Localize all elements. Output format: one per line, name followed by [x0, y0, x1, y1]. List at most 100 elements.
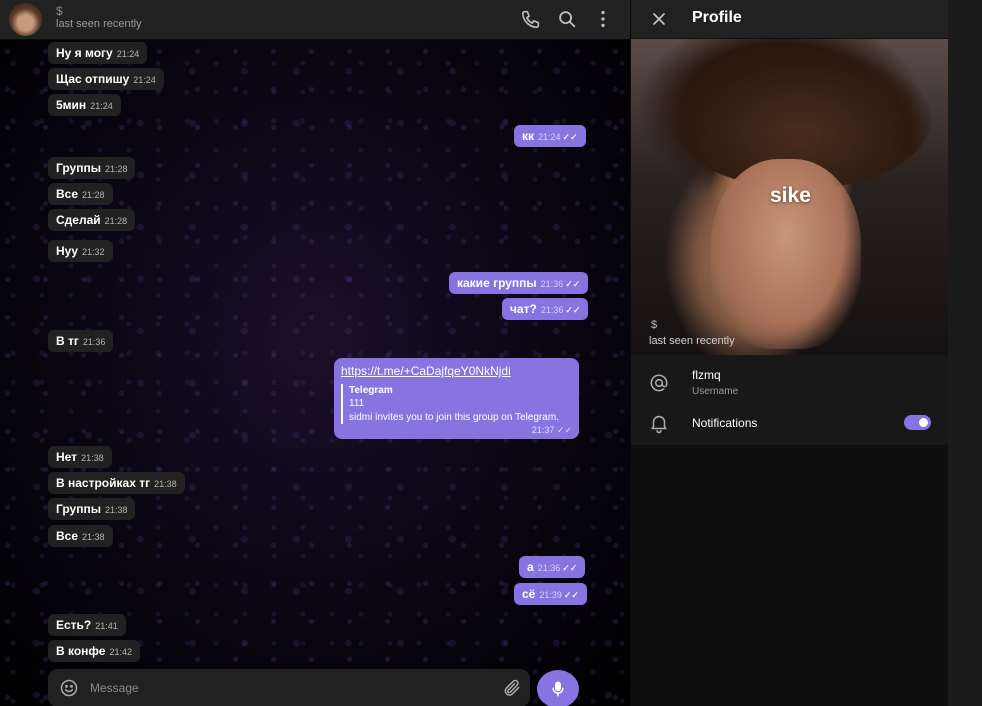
chat-area: $ last seen recently Ну я могу 21:24 Щас … [0, 0, 630, 706]
message-incoming[interactable]: В настройках тг 21:38 [48, 472, 185, 494]
message-text: Сделай [56, 213, 101, 227]
message-text: сё [522, 587, 536, 601]
username-value[interactable]: flzmq [692, 368, 721, 382]
message-incoming[interactable]: В тг 21:36 [48, 330, 114, 352]
profile-photo[interactable]: sike $ last seen recently [631, 39, 949, 355]
message-time: 21:42 [109, 647, 132, 657]
read-check-icon: ✓✓ [563, 590, 579, 600]
profile-panel: Profile sike $ last seen recently flzmq … [630, 0, 949, 706]
message-text: Нет [56, 450, 78, 464]
voice-record-button[interactable] [537, 670, 579, 706]
message-incoming[interactable]: В конфе 21:42 [48, 640, 140, 662]
profile-header: Profile [631, 0, 949, 39]
link-preview[interactable]: Telegram 111 sidmi invites you to join t… [341, 384, 572, 424]
message-time: 21:24 [90, 101, 113, 111]
message-time-text: 21:37 [531, 425, 555, 435]
message-incoming[interactable]: Группы 21:38 [48, 498, 136, 520]
message-text: какие группы [457, 276, 537, 290]
message-time: 21:24 [133, 75, 156, 85]
message-time: 21:36 [537, 563, 561, 573]
message-time: 21:39 [539, 590, 562, 600]
read-check-icon: ✓✓ [562, 563, 578, 573]
message-time: 21:38 [104, 505, 128, 515]
message-incoming[interactable]: Есть? 21:41 [48, 614, 126, 636]
message-time: 21:24 [538, 132, 561, 142]
message-outgoing[interactable]: какие группы 21:36 ✓✓ [449, 272, 589, 294]
more-vertical-icon[interactable] [592, 8, 614, 30]
message-composer[interactable] [48, 669, 530, 706]
message-outgoing[interactable]: чат? 21:36 ✓✓ [502, 298, 589, 320]
message-text: 5мин [56, 98, 87, 112]
link-preview-subtitle: 111 [349, 398, 365, 409]
message-time: 21:32 [82, 247, 105, 257]
message-text: Щас отпишу [56, 72, 130, 86]
message-incoming[interactable]: Щас отпишу 21:24 [48, 68, 164, 90]
message-text: Все [56, 529, 79, 543]
link-preview-title: Telegram [349, 385, 393, 396]
message-incoming[interactable]: Нет 21:38 [48, 446, 112, 468]
message-text: Группы [56, 502, 101, 516]
message-text: В тг [56, 334, 79, 348]
message-text: а [527, 560, 534, 574]
chat-header[interactable]: $ last seen recently [0, 0, 630, 40]
message-time: 21:36 [82, 337, 106, 347]
profile-status: last seen recently [649, 335, 735, 347]
chat-title[interactable]: $ [56, 4, 63, 18]
message-time: 21:36 [540, 305, 564, 315]
message-time: 21:36 [540, 279, 564, 289]
message-time: 21:24 [116, 49, 140, 59]
search-icon[interactable] [556, 8, 578, 30]
read-check-icon: ✓✓ [562, 132, 578, 142]
message-text: чат? [510, 302, 537, 316]
message-outgoing[interactable]: кк 21:24 ✓✓ [514, 125, 586, 147]
mic-icon [552, 681, 564, 697]
message-text: Есть? [56, 618, 92, 632]
at-icon [648, 372, 670, 394]
message-time: 21:28 [82, 190, 105, 200]
message-outgoing[interactable]: а 21:36 ✓✓ [519, 556, 586, 578]
attach-icon[interactable] [502, 678, 522, 698]
message-incoming[interactable]: Все 21:28 [48, 183, 113, 205]
message-text: Ну я могу [56, 46, 113, 60]
message-incoming[interactable]: Нуу 21:32 [48, 240, 113, 262]
read-check-icon: ✓✓ [565, 305, 581, 315]
message-time: 21:37 ✓✓ [532, 425, 572, 436]
message-text: Группы [56, 161, 101, 175]
message-text: В настройках тг [56, 476, 151, 490]
message-time: 21:28 [104, 216, 128, 226]
profile-name: $ [651, 319, 658, 331]
chat-status: last seen recently [56, 18, 142, 30]
message-time: 21:38 [81, 453, 104, 463]
message-time: 21:41 [95, 621, 118, 631]
message-text: Все [56, 187, 79, 201]
message-incoming[interactable]: Все 21:38 [48, 525, 113, 547]
message-time: 21:38 [154, 479, 177, 489]
message-incoming[interactable]: 5мин 21:24 [48, 94, 121, 116]
link-preview-description: sidmi invites you to join this group on … [349, 412, 559, 423]
message-outgoing-link[interactable]: https://t.me/+CaDajfqeY0NkNjdi Telegram … [334, 358, 579, 439]
message-incoming[interactable]: Группы 21:28 [48, 157, 136, 179]
invite-link[interactable]: https://t.me/+CaDajfqeY0NkNjdi [341, 364, 572, 378]
notifications-row[interactable]: Notifications [631, 400, 949, 446]
telegram-window: $ last seen recently Ну я могу 21:24 Щас … [0, 0, 982, 706]
phone-icon[interactable] [520, 8, 542, 30]
notifications-toggle[interactable] [904, 415, 931, 430]
smile-icon[interactable] [59, 678, 79, 698]
message-incoming[interactable]: Ну я могу 21:24 [48, 42, 148, 64]
read-check-icon: ✓✓ [556, 425, 572, 435]
bell-icon [648, 412, 670, 434]
message-time: 21:38 [82, 532, 105, 542]
toggle-knob [917, 416, 930, 429]
message-outgoing[interactable]: сё 21:39 ✓✓ [514, 583, 587, 605]
message-text: В конфе [56, 644, 106, 658]
message-input[interactable] [90, 678, 490, 698]
close-icon[interactable] [649, 9, 669, 29]
message-text: кк [522, 129, 535, 143]
message-incoming[interactable]: Сделай 21:28 [48, 209, 136, 231]
profile-empty-area [631, 446, 949, 706]
window-gutter [948, 0, 982, 706]
message-list[interactable]: Ну я могу 21:24 Щас отпишу 21:24 5мин 21:24… [0, 40, 630, 666]
notifications-label: Notifications [692, 416, 758, 430]
message-time: 21:28 [104, 164, 128, 174]
avatar[interactable] [9, 3, 42, 36]
